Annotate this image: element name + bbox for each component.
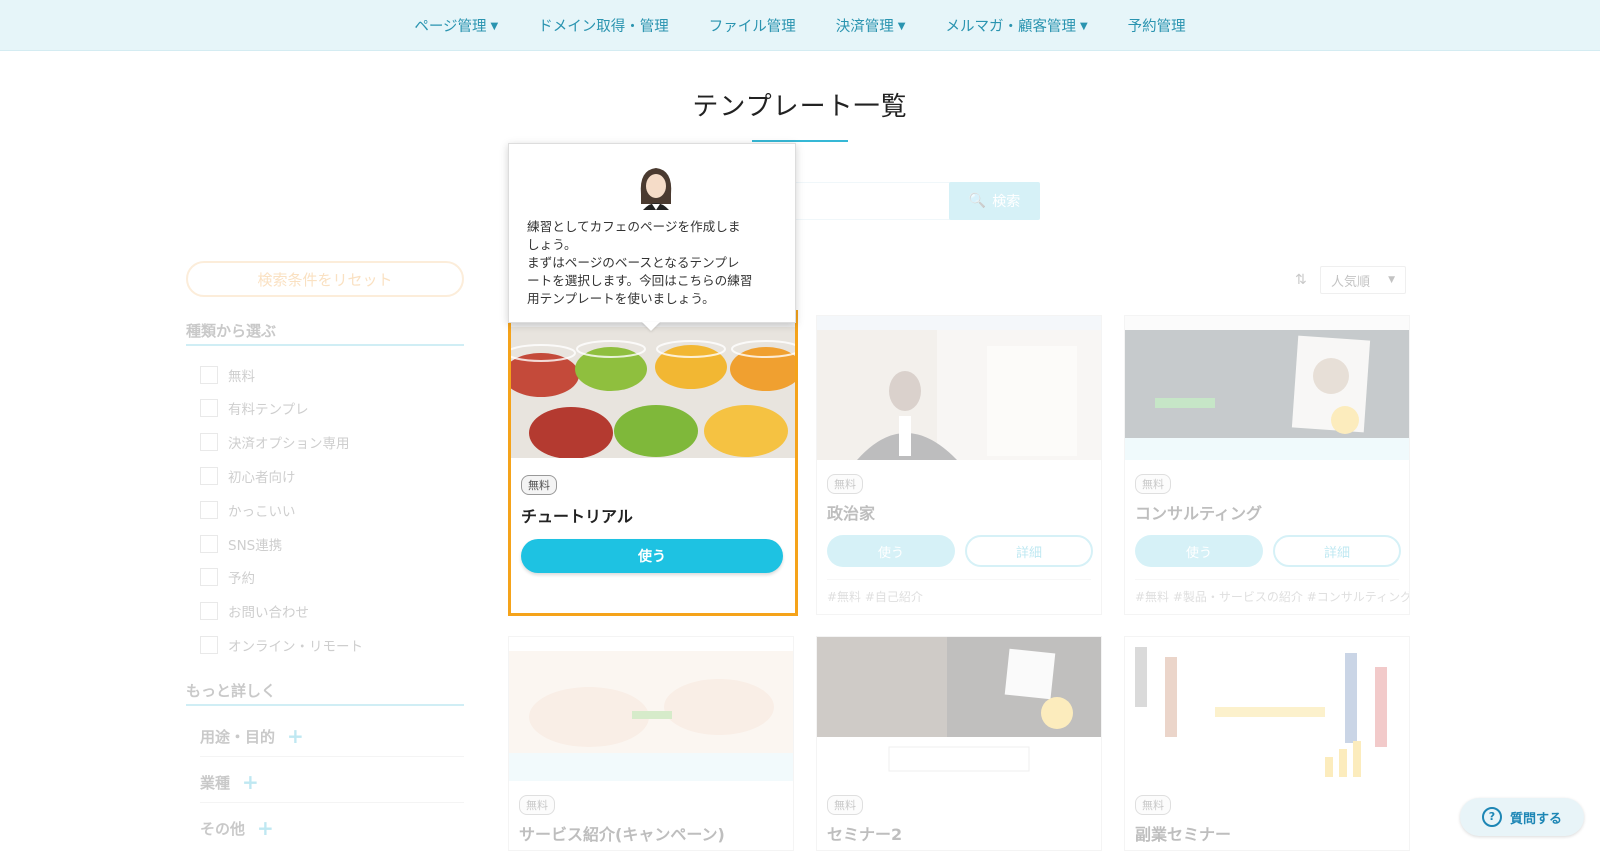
- divider: [1135, 579, 1399, 580]
- divider: [200, 756, 464, 757]
- template-thumbnail: [817, 637, 1101, 781]
- sort-icon[interactable]: ⇅: [1295, 272, 1307, 288]
- search-icon: 🔍: [968, 193, 987, 209]
- free-badge: 無料: [1135, 795, 1171, 815]
- template-name: サービス紹介(キャンペーン): [519, 825, 725, 844]
- search-input[interactable]: [790, 182, 951, 220]
- template-thumbnail: [1125, 316, 1409, 460]
- filter-checkbox[interactable]: お問い合わせ: [200, 601, 309, 621]
- template-name: コンサルティング: [1135, 504, 1263, 523]
- template-tags: #無料 #自己紹介: [827, 590, 923, 604]
- detail-button[interactable]: 詳細: [1273, 535, 1401, 567]
- plus-icon: +: [242, 770, 259, 794]
- nav-item-reservation[interactable]: 予約管理: [1128, 15, 1186, 36]
- help-button[interactable]: ? 質問する: [1460, 798, 1584, 836]
- template-name: チュートリアル: [521, 507, 633, 526]
- reset-filters-button[interactable]: 検索条件をリセット: [186, 261, 464, 297]
- free-badge: 無料: [827, 795, 863, 815]
- filter-checkbox[interactable]: オンライン・リモート: [200, 635, 363, 655]
- caret-down-icon: ▼: [1388, 275, 1395, 285]
- use-button[interactable]: 使う: [1135, 535, 1263, 567]
- free-badge: 無料: [827, 474, 863, 494]
- expand-purpose[interactable]: 用途・目的 +: [200, 724, 304, 748]
- thumbnail-image: [1125, 637, 1409, 781]
- filter-checkbox[interactable]: 無料: [200, 365, 255, 385]
- template-thumbnail: [817, 316, 1101, 460]
- detail-button[interactable]: 詳細: [965, 535, 1093, 567]
- question-icon: ?: [1481, 807, 1502, 827]
- free-badge: 無料: [519, 795, 555, 815]
- checkbox[interactable]: [200, 467, 218, 485]
- chevron-down-icon: ▼: [1079, 20, 1088, 32]
- template-card[interactable]: 無料 副業セミナー: [1124, 636, 1410, 851]
- nav-item-domain[interactable]: ドメイン取得・管理: [538, 15, 669, 36]
- smoothie-thumbnail: [511, 313, 795, 458]
- filter-checkbox[interactable]: SNS連携: [200, 534, 282, 554]
- template-name: 副業セミナー: [1135, 825, 1232, 844]
- tutorial-tooltip: 練習としてカフェのページを作成しま しょう。 まずはページのベースとなるテンプレ…: [508, 143, 796, 323]
- nav-item-mailmag[interactable]: メルマガ・顧客管理 ▼: [945, 15, 1087, 36]
- filter-checkbox[interactable]: 有料テンプレ: [200, 398, 309, 418]
- divider: [827, 579, 1091, 580]
- guide-avatar: [635, 164, 677, 210]
- filter-checkbox[interactable]: かっこいい: [200, 500, 296, 520]
- free-badge: 無料: [521, 475, 557, 495]
- top-nav: ページ管理 ▼ ドメイン取得・管理 ファイル管理 決済管理 ▼ メルマガ・顧客管理 ▼…: [0, 0, 1600, 51]
- title-underline: [752, 140, 848, 142]
- plus-icon: +: [257, 816, 274, 840]
- divider: [186, 704, 464, 706]
- template-thumbnail: [511, 313, 795, 458]
- checkbox[interactable]: [200, 535, 218, 553]
- template-card[interactable]: 無料 サービス紹介(キャンペーン): [508, 636, 794, 851]
- template-name: セミナー2: [827, 825, 903, 844]
- filter-checkbox[interactable]: 初心者向け: [200, 466, 296, 486]
- checkbox[interactable]: [200, 399, 218, 417]
- checkbox[interactable]: [200, 568, 218, 586]
- use-button[interactable]: 使う: [827, 535, 955, 567]
- use-button[interactable]: 使う: [521, 539, 783, 573]
- tooltip-arrow: [642, 322, 660, 331]
- filter-checkbox[interactable]: 決済オプション専用: [200, 432, 350, 452]
- thumbnail-image: [817, 637, 1101, 781]
- checkbox[interactable]: [200, 366, 218, 384]
- chevron-down-icon: ▼: [490, 20, 499, 32]
- tooltip-text: 練習としてカフェのページを作成しま しょう。 まずはページのベースとなるテンプレ…: [527, 219, 753, 306]
- filter-checkbox[interactable]: 予約: [200, 567, 255, 587]
- type-heading: 種類から選ぶ: [186, 322, 277, 340]
- template-thumbnail: [509, 637, 793, 781]
- template-card[interactable]: 無料 コンサルティング 使う 詳細 #無料 #製品・サービスの紹介 #コンサルテ…: [1124, 315, 1410, 615]
- thumbnail-image: [817, 316, 1101, 460]
- free-badge: 無料: [1135, 474, 1171, 494]
- checkbox[interactable]: [200, 636, 218, 654]
- thumbnail-image: [1125, 316, 1409, 460]
- thumbnail-image: [509, 637, 793, 781]
- sort-select[interactable]: 人気順 ▼: [1320, 266, 1406, 294]
- nav-item-file-management[interactable]: ファイル管理: [709, 15, 796, 36]
- more-heading: もっと詳しく: [186, 682, 277, 700]
- template-card[interactable]: 無料 政治家 使う 詳細 #無料 #自己紹介: [816, 315, 1102, 615]
- template-card[interactable]: 無料 セミナー2: [816, 636, 1102, 851]
- search-button[interactable]: 🔍 検索: [949, 182, 1040, 220]
- divider: [200, 802, 464, 803]
- chevron-down-icon: ▼: [897, 20, 906, 32]
- nav-item-payment[interactable]: 決済管理 ▼: [836, 15, 906, 36]
- expand-other[interactable]: その他 +: [200, 816, 274, 840]
- tutorial-template-card[interactable]: 無料 チュートリアル 使う: [508, 310, 798, 616]
- expand-industry[interactable]: 業種 +: [200, 770, 259, 794]
- divider: [186, 344, 464, 346]
- page-title: テンプレート一覧: [692, 92, 908, 122]
- nav-item-page-management[interactable]: ページ管理 ▼: [414, 15, 498, 36]
- plus-icon: +: [287, 724, 304, 748]
- template-name: 政治家: [827, 504, 876, 523]
- template-tags: #無料 #製品・サービスの紹介 #コンサルティング: [1135, 590, 1410, 604]
- checkbox[interactable]: [200, 433, 218, 451]
- checkbox[interactable]: [200, 602, 218, 620]
- template-thumbnail: [1125, 637, 1409, 781]
- checkbox[interactable]: [200, 501, 218, 519]
